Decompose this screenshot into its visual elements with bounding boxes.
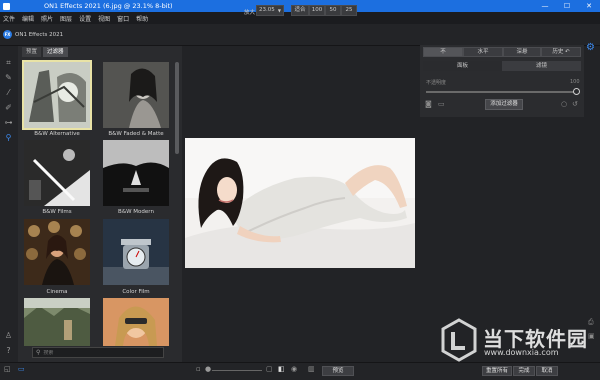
user-icon[interactable]: ♙ bbox=[3, 330, 14, 341]
zoom-tool-icon[interactable]: ⚲ bbox=[3, 132, 14, 143]
watermark-url: www.downxia.com bbox=[484, 348, 559, 357]
sidebar-toggle-icon[interactable]: ◱ bbox=[4, 365, 11, 373]
preview-photo[interactable] bbox=[185, 138, 415, 268]
thumbnail-label: B&W Alternative bbox=[34, 131, 80, 137]
thumbnail-label: Cinema bbox=[46, 289, 68, 295]
close-button[interactable]: ✕ bbox=[578, 0, 600, 12]
thumbnail-label: B&W Films bbox=[42, 209, 72, 215]
zoom-label: 放大 bbox=[244, 10, 256, 16]
menu-window[interactable]: 窗口 bbox=[117, 14, 129, 23]
reset-icon[interactable]: ↺ bbox=[572, 100, 578, 108]
split-view-icon[interactable]: ▥ bbox=[308, 365, 315, 373]
preview-button[interactable]: 预览 bbox=[322, 366, 354, 376]
transform-icon[interactable]: ⊶ bbox=[3, 117, 14, 128]
menu-view[interactable]: 视图 bbox=[98, 14, 110, 23]
reset-all-button[interactable]: 重置所有 bbox=[482, 366, 512, 376]
crop-icon[interactable]: ⌗ bbox=[3, 57, 14, 68]
search-icon: ⚲ bbox=[36, 349, 41, 356]
menu-layer[interactable]: 图层 bbox=[60, 14, 72, 23]
zoom-slider-knob[interactable]: ● bbox=[205, 365, 211, 373]
watermark-logo bbox=[441, 318, 477, 362]
masking-icon[interactable]: ⁄ bbox=[3, 87, 14, 98]
browser-tabs: 预置 过滤器 bbox=[22, 47, 70, 57]
layers-icon[interactable]: ▣ bbox=[588, 332, 595, 340]
fx-badge-icon: FX bbox=[3, 30, 12, 39]
thumbnail-bw-films[interactable] bbox=[24, 140, 90, 206]
gear-icon[interactable]: ⚙ bbox=[586, 42, 595, 53]
opacity-slider-handle[interactable] bbox=[573, 88, 580, 95]
thumbnail-landscape[interactable] bbox=[24, 298, 90, 346]
camera-icon[interactable]: ◙ bbox=[425, 100, 432, 108]
add-filter-button[interactable]: 添加过滤器 bbox=[485, 99, 523, 110]
print-icon[interactable]: ⎙ bbox=[588, 318, 594, 327]
thumbnail-cinema[interactable] bbox=[24, 219, 90, 285]
filter-search[interactable]: ⚲ bbox=[32, 347, 164, 358]
thumbnail-bw-alternative[interactable] bbox=[22, 60, 92, 130]
history-button[interactable]: 历史 ↶ bbox=[541, 47, 581, 57]
tab-presets[interactable]: 预置 bbox=[22, 47, 42, 57]
app-logo: FX ON1 Effects 2021 bbox=[3, 30, 63, 39]
opacity-value: 100 bbox=[570, 79, 580, 85]
tab-filter[interactable]: 滤镜 bbox=[502, 61, 581, 71]
zoom-100-button[interactable]: 100 bbox=[309, 5, 325, 16]
opacity-slider[interactable] bbox=[426, 91, 576, 93]
thumbnail-bw-modern[interactable] bbox=[103, 140, 169, 206]
menu-help[interactable]: 帮助 bbox=[136, 14, 148, 23]
zoom-select[interactable]: 23.05 ▼ bbox=[256, 5, 284, 16]
blend-option-horizontal[interactable]: 水平 bbox=[463, 47, 503, 57]
menu-edit[interactable]: 编辑 bbox=[22, 14, 34, 23]
done-button[interactable]: 完成 bbox=[513, 366, 535, 376]
panel-toggle-icon[interactable]: ▭ bbox=[18, 365, 25, 373]
thumbnail-bw-faded-matte[interactable] bbox=[103, 62, 169, 128]
chevron-down-icon: ▼ bbox=[277, 8, 281, 13]
blend-option-none[interactable]: 不 bbox=[423, 47, 463, 57]
minimize-button[interactable]: — bbox=[534, 0, 556, 12]
browser-scrollbar[interactable] bbox=[175, 62, 179, 154]
menu-file[interactable]: 文件 bbox=[3, 14, 15, 23]
zoom-fit-button[interactable]: 适合 bbox=[291, 5, 309, 16]
zoom-slider[interactable] bbox=[212, 370, 262, 371]
circle-view-icon[interactable]: ◉ bbox=[291, 365, 297, 373]
thumbnail-portrait[interactable] bbox=[103, 298, 169, 346]
thumbnail-label: B&W Faded & Matte bbox=[108, 131, 164, 137]
thumbnail-label: B&W Modern bbox=[118, 209, 154, 215]
retouch-icon[interactable]: ✐ bbox=[3, 102, 14, 113]
tab-filters[interactable]: 过滤器 bbox=[43, 47, 68, 57]
search-input[interactable] bbox=[43, 349, 154, 356]
cancel-button[interactable]: 取消 bbox=[536, 366, 558, 376]
brush-icon[interactable]: ✎ bbox=[3, 72, 14, 83]
menu-photo[interactable]: 照片 bbox=[41, 14, 53, 23]
mask-icon[interactable]: ▭ bbox=[438, 100, 445, 108]
small-view-icon[interactable]: ▫ bbox=[196, 365, 201, 373]
maximize-button[interactable]: ☐ bbox=[556, 0, 578, 12]
zoom-value: 23.05 bbox=[259, 7, 275, 13]
blend-option-depth[interactable]: 深悬 bbox=[503, 47, 541, 57]
app-name: ON1 Effects 2021 bbox=[15, 31, 64, 38]
app-icon bbox=[3, 2, 10, 10]
visibility-icon[interactable]: ○ bbox=[561, 100, 567, 108]
thumbnail-label: Color Film bbox=[122, 289, 150, 295]
thumbnail-color-film[interactable] bbox=[103, 219, 169, 285]
tab-panel[interactable]: 面板 bbox=[423, 61, 502, 71]
top-toolbar: FX ON1 Effects 2021 bbox=[0, 24, 600, 46]
opacity-label: 不透明度 bbox=[426, 80, 447, 86]
help-icon[interactable]: ? bbox=[3, 345, 14, 356]
view-mode-icon[interactable]: ▢ bbox=[266, 365, 273, 373]
compare-icon[interactable]: ◧ bbox=[278, 365, 285, 373]
zoom-25-button[interactable]: 25 bbox=[341, 5, 357, 16]
zoom-50-button[interactable]: 50 bbox=[325, 5, 341, 16]
menu-settings[interactable]: 设置 bbox=[79, 14, 91, 23]
